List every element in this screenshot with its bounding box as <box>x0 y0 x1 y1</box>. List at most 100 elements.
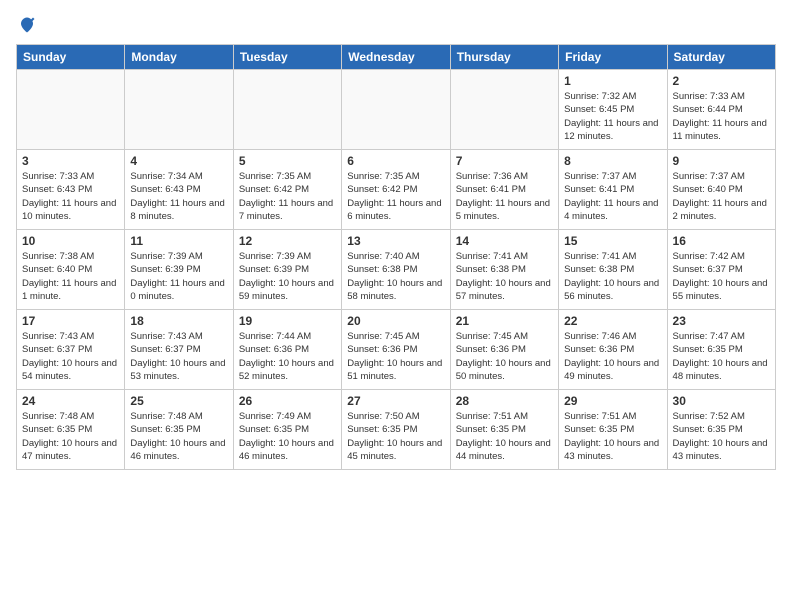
day-info: Sunrise: 7:40 AMSunset: 6:38 PMDaylight:… <box>347 250 444 303</box>
day-info: Sunrise: 7:51 AMSunset: 6:35 PMDaylight:… <box>564 410 661 463</box>
weekday-header: Sunday <box>17 45 125 70</box>
calendar-day-cell: 13 Sunrise: 7:40 AMSunset: 6:38 PMDayligh… <box>342 230 450 310</box>
day-info: Sunrise: 7:35 AMSunset: 6:42 PMDaylight:… <box>347 170 444 223</box>
calendar-day-cell: 30 Sunrise: 7:52 AMSunset: 6:35 PMDayligh… <box>667 390 775 470</box>
calendar-day-cell: 16 Sunrise: 7:42 AMSunset: 6:37 PMDayligh… <box>667 230 775 310</box>
day-info: Sunrise: 7:45 AMSunset: 6:36 PMDaylight:… <box>347 330 444 383</box>
weekday-header: Wednesday <box>342 45 450 70</box>
day-info: Sunrise: 7:37 AMSunset: 6:41 PMDaylight:… <box>564 170 661 223</box>
day-number: 15 <box>564 234 661 248</box>
day-number: 6 <box>347 154 444 168</box>
day-info: Sunrise: 7:39 AMSunset: 6:39 PMDaylight:… <box>239 250 336 303</box>
calendar-week-row: 1Sunrise: 7:32 AMSunset: 6:45 PMDaylight… <box>17 70 776 150</box>
calendar-day-cell <box>17 70 125 150</box>
day-info: Sunrise: 7:48 AMSunset: 6:35 PMDaylight:… <box>130 410 227 463</box>
day-info: Sunrise: 7:41 AMSunset: 6:38 PMDaylight:… <box>564 250 661 303</box>
day-number: 2 <box>673 74 770 88</box>
day-number: 7 <box>456 154 553 168</box>
calendar-day-cell: 6 Sunrise: 7:35 AMSunset: 6:42 PMDaylight… <box>342 150 450 230</box>
day-info: Sunrise: 7:42 AMSunset: 6:37 PMDaylight:… <box>673 250 770 303</box>
calendar-day-cell: 1Sunrise: 7:32 AMSunset: 6:45 PMDaylight… <box>559 70 667 150</box>
calendar-week-row: 24 Sunrise: 7:48 AMSunset: 6:35 PMDayligh… <box>17 390 776 470</box>
day-number: 12 <box>239 234 336 248</box>
day-number: 21 <box>456 314 553 328</box>
calendar-day-cell: 8 Sunrise: 7:37 AMSunset: 6:41 PMDaylight… <box>559 150 667 230</box>
day-number: 3 <box>22 154 119 168</box>
calendar-day-cell: 23 Sunrise: 7:47 AMSunset: 6:35 PMDayligh… <box>667 310 775 390</box>
day-number: 27 <box>347 394 444 408</box>
calendar-day-cell: 2 Sunrise: 7:33 AMSunset: 6:44 PMDaylight… <box>667 70 775 150</box>
day-number: 22 <box>564 314 661 328</box>
calendar-day-cell: 24 Sunrise: 7:48 AMSunset: 6:35 PMDayligh… <box>17 390 125 470</box>
calendar-day-cell: 3 Sunrise: 7:33 AMSunset: 6:43 PMDaylight… <box>17 150 125 230</box>
calendar-day-cell: 29 Sunrise: 7:51 AMSunset: 6:35 PMDayligh… <box>559 390 667 470</box>
calendar-day-cell: 20 Sunrise: 7:45 AMSunset: 6:36 PMDayligh… <box>342 310 450 390</box>
day-number: 16 <box>673 234 770 248</box>
day-info: Sunrise: 7:32 AMSunset: 6:45 PMDaylight:… <box>564 90 661 143</box>
calendar-week-row: 10Sunrise: 7:38 AMSunset: 6:40 PMDayligh… <box>17 230 776 310</box>
calendar-day-cell: 11 Sunrise: 7:39 AMSunset: 6:39 PMDayligh… <box>125 230 233 310</box>
calendar-day-cell: 5 Sunrise: 7:35 AMSunset: 6:42 PMDaylight… <box>233 150 341 230</box>
day-number: 23 <box>673 314 770 328</box>
day-info: Sunrise: 7:39 AMSunset: 6:39 PMDaylight:… <box>130 250 227 303</box>
day-info: Sunrise: 7:47 AMSunset: 6:35 PMDaylight:… <box>673 330 770 383</box>
day-info: Sunrise: 7:43 AMSunset: 6:37 PMDaylight:… <box>130 330 227 383</box>
day-number: 14 <box>456 234 553 248</box>
day-number: 10 <box>22 234 119 248</box>
day-number: 26 <box>239 394 336 408</box>
calendar-day-cell: 9Sunrise: 7:37 AMSunset: 6:40 PMDaylight… <box>667 150 775 230</box>
day-info: Sunrise: 7:44 AMSunset: 6:36 PMDaylight:… <box>239 330 336 383</box>
day-number: 19 <box>239 314 336 328</box>
day-info: Sunrise: 7:35 AMSunset: 6:42 PMDaylight:… <box>239 170 336 223</box>
day-info: Sunrise: 7:34 AMSunset: 6:43 PMDaylight:… <box>130 170 227 223</box>
weekday-header-row: SundayMondayTuesdayWednesdayThursdayFrid… <box>17 45 776 70</box>
day-info: Sunrise: 7:48 AMSunset: 6:35 PMDaylight:… <box>22 410 119 463</box>
calendar-day-cell <box>450 70 558 150</box>
calendar-day-cell: 18 Sunrise: 7:43 AMSunset: 6:37 PMDayligh… <box>125 310 233 390</box>
day-info: Sunrise: 7:43 AMSunset: 6:37 PMDaylight:… <box>22 330 119 383</box>
day-info: Sunrise: 7:33 AMSunset: 6:44 PMDaylight:… <box>673 90 770 143</box>
day-info: Sunrise: 7:52 AMSunset: 6:35 PMDaylight:… <box>673 410 770 463</box>
day-info: Sunrise: 7:33 AMSunset: 6:43 PMDaylight:… <box>22 170 119 223</box>
calendar-day-cell: 4 Sunrise: 7:34 AMSunset: 6:43 PMDaylight… <box>125 150 233 230</box>
calendar-week-row: 3 Sunrise: 7:33 AMSunset: 6:43 PMDaylight… <box>17 150 776 230</box>
calendar-day-cell: 21 Sunrise: 7:45 AMSunset: 6:36 PMDayligh… <box>450 310 558 390</box>
day-number: 17 <box>22 314 119 328</box>
day-info: Sunrise: 7:41 AMSunset: 6:38 PMDaylight:… <box>456 250 553 303</box>
weekday-header: Thursday <box>450 45 558 70</box>
day-number: 29 <box>564 394 661 408</box>
calendar-week-row: 17 Sunrise: 7:43 AMSunset: 6:37 PMDayligh… <box>17 310 776 390</box>
day-info: Sunrise: 7:45 AMSunset: 6:36 PMDaylight:… <box>456 330 553 383</box>
calendar-day-cell: 15 Sunrise: 7:41 AMSunset: 6:38 PMDayligh… <box>559 230 667 310</box>
calendar-day-cell: 12 Sunrise: 7:39 AMSunset: 6:39 PMDayligh… <box>233 230 341 310</box>
calendar-day-cell: 28Sunrise: 7:51 AMSunset: 6:35 PMDayligh… <box>450 390 558 470</box>
day-number: 30 <box>673 394 770 408</box>
day-info: Sunrise: 7:50 AMSunset: 6:35 PMDaylight:… <box>347 410 444 463</box>
weekday-header: Monday <box>125 45 233 70</box>
day-info: Sunrise: 7:49 AMSunset: 6:35 PMDaylight:… <box>239 410 336 463</box>
day-number: 25 <box>130 394 227 408</box>
calendar-day-cell <box>125 70 233 150</box>
calendar-day-cell: 7Sunrise: 7:36 AMSunset: 6:41 PMDaylight… <box>450 150 558 230</box>
calendar-day-cell <box>342 70 450 150</box>
weekday-header: Saturday <box>667 45 775 70</box>
day-number: 8 <box>564 154 661 168</box>
weekday-header: Friday <box>559 45 667 70</box>
calendar-day-cell: 26 Sunrise: 7:49 AMSunset: 6:35 PMDayligh… <box>233 390 341 470</box>
weekday-header: Tuesday <box>233 45 341 70</box>
day-number: 24 <box>22 394 119 408</box>
day-number: 18 <box>130 314 227 328</box>
day-number: 5 <box>239 154 336 168</box>
day-number: 28 <box>456 394 553 408</box>
calendar-day-cell: 22Sunrise: 7:46 AMSunset: 6:36 PMDayligh… <box>559 310 667 390</box>
calendar-day-cell <box>233 70 341 150</box>
day-number: 11 <box>130 234 227 248</box>
day-number: 9 <box>673 154 770 168</box>
logo <box>16 16 36 34</box>
day-number: 13 <box>347 234 444 248</box>
calendar-day-cell: 27 Sunrise: 7:50 AMSunset: 6:35 PMDayligh… <box>342 390 450 470</box>
calendar-day-cell: 14 Sunrise: 7:41 AMSunset: 6:38 PMDayligh… <box>450 230 558 310</box>
page-header <box>16 16 776 34</box>
day-number: 4 <box>130 154 227 168</box>
day-number: 20 <box>347 314 444 328</box>
